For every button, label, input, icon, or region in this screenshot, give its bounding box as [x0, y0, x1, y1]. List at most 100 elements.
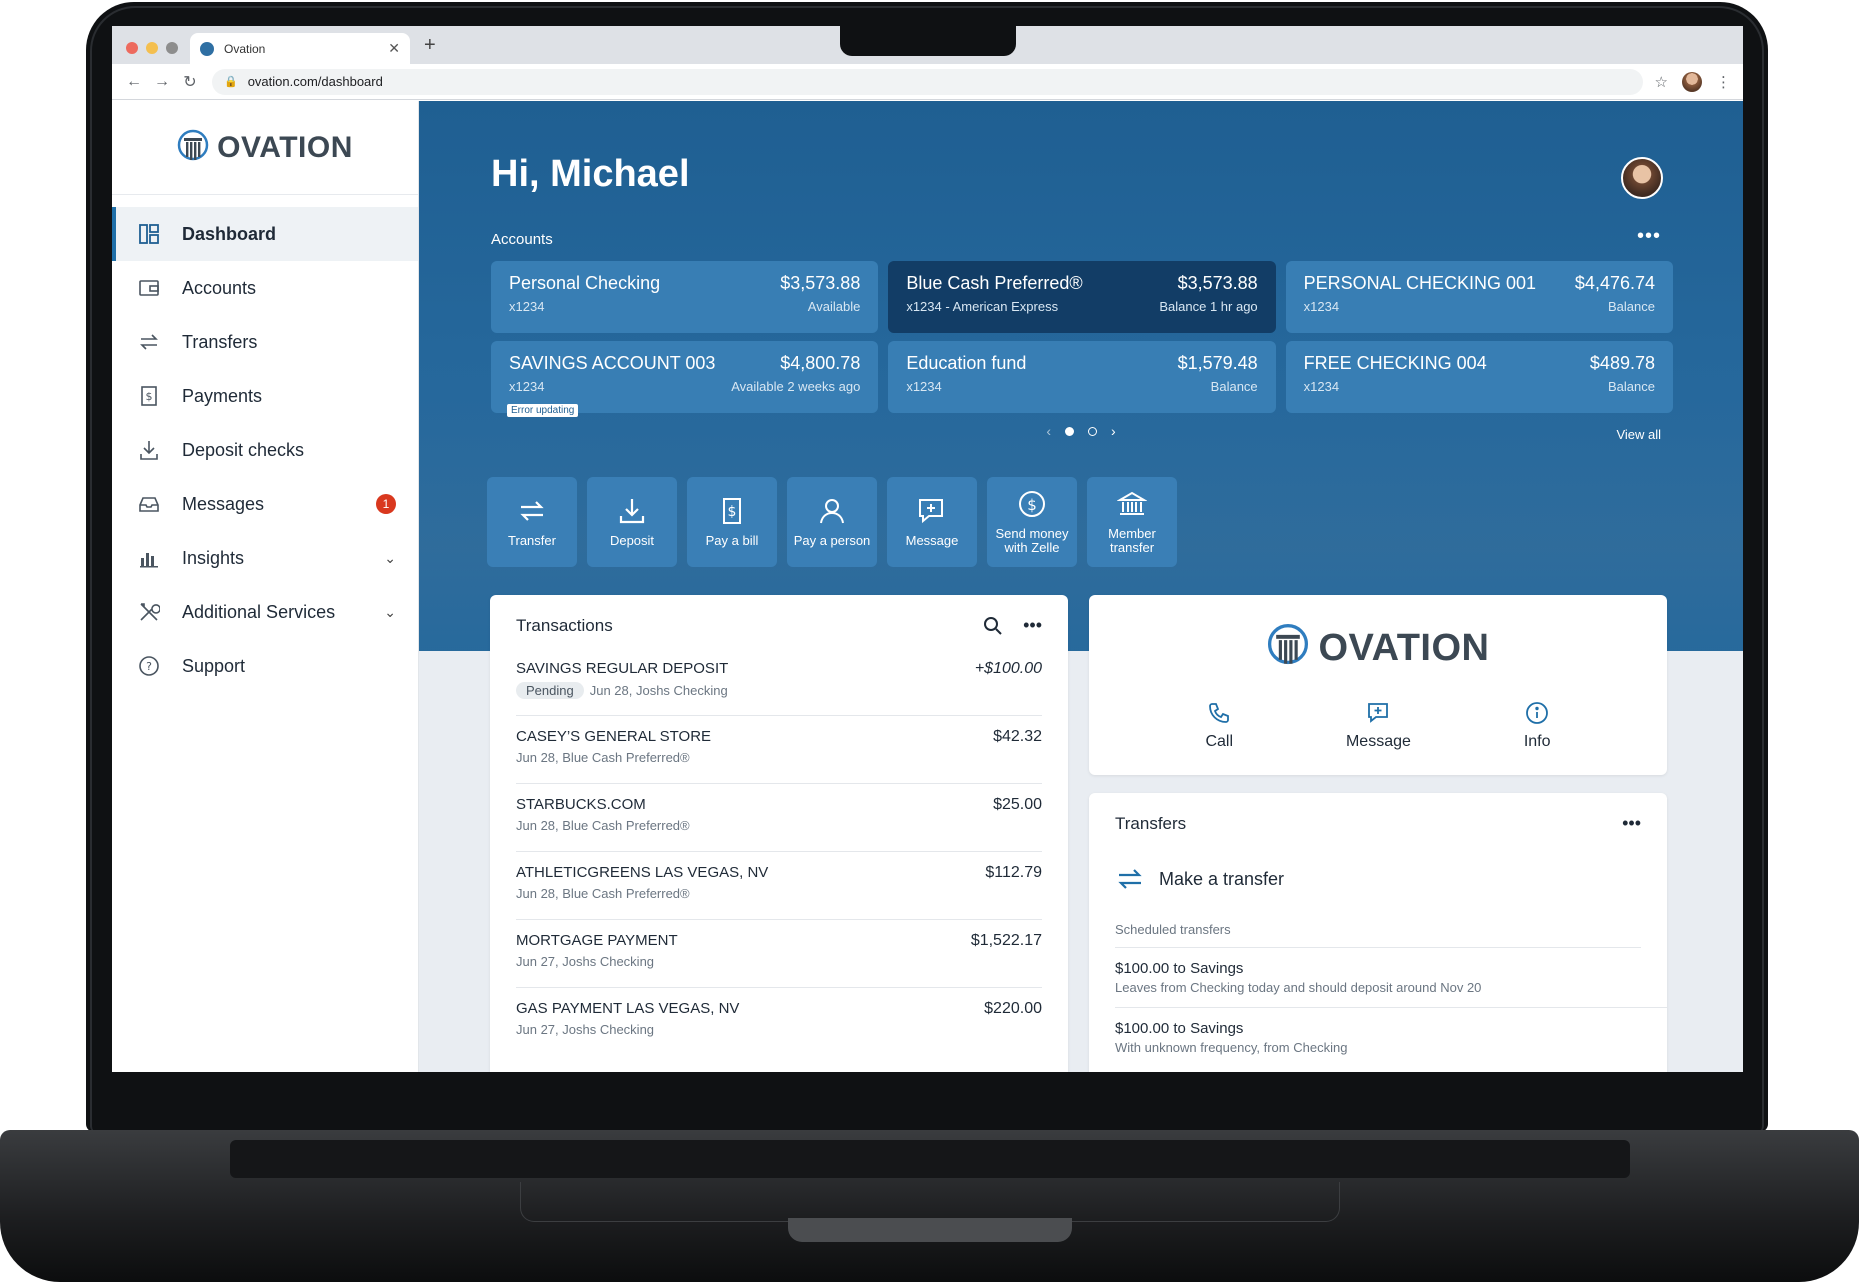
- info-button[interactable]: Info: [1524, 701, 1551, 751]
- user-avatar[interactable]: [1621, 157, 1663, 199]
- quick-action-deposit[interactable]: Deposit: [587, 477, 677, 567]
- chevron-right-icon[interactable]: ›: [1111, 423, 1116, 439]
- quick-action-pay-bill[interactable]: $ Pay a bill: [687, 477, 777, 567]
- account-card[interactable]: Personal Checking $3,573.88 x1234 Availabl…: [491, 261, 879, 333]
- browser-menu-icon[interactable]: ⋮: [1716, 73, 1731, 91]
- unread-badge: 1: [376, 494, 396, 514]
- message-icon: [919, 499, 943, 524]
- profile-avatar[interactable]: [1682, 71, 1702, 92]
- search-icon[interactable]: [983, 616, 1003, 636]
- transaction-row[interactable]: GAS PAYMENT LAS VEGAS, NV $220.00 Jun 27,…: [516, 988, 1042, 1056]
- ovation-column-icon: [1267, 624, 1308, 665]
- chevron-left-icon[interactable]: ‹: [1046, 423, 1051, 439]
- scheduled-transfer-title: $100.00 to Savings: [1115, 960, 1244, 977]
- quick-action-message[interactable]: Message: [887, 477, 977, 567]
- transaction-row[interactable]: STARBUCKS.COM $25.00 Jun 28, Blue Cash Pr…: [516, 784, 1042, 852]
- laptop-trackpad: [520, 1182, 1340, 1222]
- account-card[interactable]: Education fund $1,579.48 x1234 Balance: [888, 341, 1276, 413]
- sidebar-item-payments[interactable]: $ Payments: [112, 369, 418, 423]
- url-field[interactable]: 🔒 ovation.com/dashboard: [212, 68, 1643, 95]
- sidebar-item-label: Additional Services: [182, 601, 336, 622]
- camera-notch: [840, 26, 1016, 56]
- browser-tab-strip: Ovation ✕ +: [112, 26, 1743, 64]
- sidebar-item-insights[interactable]: Insights ⌄: [112, 531, 418, 585]
- scheduled-transfer-row[interactable]: $100.00 to Savings With unknown frequenc…: [1115, 1008, 1667, 1067]
- brand-name: OVATION: [217, 130, 353, 164]
- reload-icon[interactable]: ↻: [176, 72, 204, 92]
- transaction-name: GAS PAYMENT LAS VEGAS, NV: [516, 1000, 740, 1017]
- transaction-name: STARBUCKS.COM: [516, 796, 646, 813]
- more-options-icon[interactable]: •••: [1622, 813, 1641, 834]
- transaction-amount: $220.00: [984, 1000, 1042, 1017]
- svg-text:$: $: [146, 390, 153, 403]
- sidebar-item-messages[interactable]: Messages 1: [112, 477, 418, 531]
- sidebar-item-transfers[interactable]: Transfers: [112, 315, 418, 369]
- scheduled-transfer-detail: With unknown frequency, from Checking: [1115, 1040, 1348, 1055]
- more-options-icon[interactable]: •••: [1023, 615, 1042, 636]
- account-card[interactable]: FREE CHECKING 004 $489.78 x1234 Balance: [1285, 341, 1673, 413]
- forward-icon[interactable]: →: [148, 73, 176, 91]
- bookmark-star-icon[interactable]: ☆: [1655, 73, 1668, 91]
- minimize-window-button[interactable]: [146, 42, 158, 54]
- page-dot[interactable]: [1065, 426, 1074, 436]
- chevron-down-icon[interactable]: ⌄: [384, 604, 396, 621]
- transaction-detail: Jun 27, Joshs Checking: [516, 954, 655, 969]
- page-dot[interactable]: [1088, 426, 1097, 436]
- sidebar-item-label: Payments: [182, 385, 263, 406]
- info-label: Info: [1523, 733, 1551, 750]
- browser-tab[interactable]: Ovation ✕: [190, 33, 410, 64]
- account-number: x1234: [509, 299, 545, 314]
- quick-action-label: Pay a person: [793, 533, 871, 549]
- sidebar-item-deposit-checks[interactable]: Deposit checks: [112, 423, 418, 477]
- scheduled-transfer-row[interactable]: $100.00 to Savings Leaves from Checking …: [1115, 948, 1667, 1008]
- transaction-row[interactable]: CASEY’S GENERAL STORE $42.32 Jun 28, Blue…: [516, 716, 1042, 784]
- tab-title: Ovation: [224, 41, 266, 56]
- bar-chart-icon: [136, 545, 162, 571]
- account-card[interactable]: PERSONAL CHECKING 001 $4,476.74 x1234 Bala…: [1285, 261, 1673, 333]
- quick-action-transfer[interactable]: Transfer: [487, 477, 577, 567]
- account-balance: $4,800.78: [780, 353, 861, 373]
- account-card[interactable]: SAVINGS ACCOUNT 003 $4,800.78 x1234 Availa…: [491, 341, 879, 417]
- new-tab-button[interactable]: +: [424, 34, 436, 57]
- sidebar-item-support[interactable]: ? Support: [112, 639, 418, 693]
- view-all-link[interactable]: View all: [1616, 427, 1661, 442]
- info-icon: [1526, 702, 1549, 724]
- sidebar-item-label: Accounts: [182, 277, 257, 298]
- wallet-icon: [136, 275, 162, 301]
- sidebar-item-dashboard[interactable]: Dashboard: [112, 207, 418, 261]
- quick-action-label: Transfer: [508, 533, 556, 549]
- transaction-row[interactable]: SAVINGS REGULAR DEPOSIT +$100.00 Pending J…: [516, 648, 1042, 716]
- transaction-name: SAVINGS REGULAR DEPOSIT: [516, 660, 729, 677]
- transactions-title: Transactions: [516, 615, 613, 635]
- quick-action-member-transfer[interactable]: Member transfer: [1087, 477, 1177, 567]
- transfer-icon: [520, 501, 544, 521]
- transaction-row[interactable]: ATHLETICGREENS LAS VEGAS, NV $112.79 Jun …: [516, 852, 1042, 920]
- account-card[interactable]: Blue Cash Preferred® $3,573.88 x1234 - Am…: [888, 261, 1276, 333]
- message-button[interactable]: Message: [1346, 701, 1411, 751]
- chevron-down-icon[interactable]: ⌄: [384, 550, 396, 567]
- quick-action-zelle[interactable]: $ Send money with Zelle: [987, 477, 1077, 567]
- transaction-detail: Jun 28, Joshs Checking: [589, 683, 728, 698]
- transaction-amount: $112.79: [985, 864, 1042, 881]
- account-balance-note: Balance: [1608, 379, 1655, 394]
- close-tab-icon[interactable]: ✕: [388, 40, 400, 57]
- sidebar-item-additional-services[interactable]: Additional Services ⌄: [112, 585, 418, 639]
- quick-action-pay-person[interactable]: Pay a person: [787, 477, 877, 567]
- account-balance: $1,579.48: [1177, 353, 1258, 373]
- close-window-button[interactable]: [126, 42, 138, 54]
- call-button[interactable]: Call: [1205, 701, 1233, 751]
- transaction-amount: $25.00: [993, 796, 1042, 813]
- transfer-icon: [1118, 869, 1142, 889]
- svg-text:$: $: [1027, 496, 1037, 514]
- make-transfer-button[interactable]: Make a transfer: [1115, 864, 1641, 894]
- sidebar-item-label: Transfers: [182, 331, 258, 352]
- back-icon[interactable]: ←: [120, 73, 148, 91]
- maximize-window-button[interactable]: [166, 42, 178, 54]
- brand-logo[interactable]: OVATION: [112, 101, 418, 195]
- transaction-row[interactable]: MORTGAGE PAYMENT $1,522.17 Jun 27, Joshs …: [516, 920, 1042, 988]
- accounts-more-icon[interactable]: •••: [1637, 225, 1661, 248]
- make-transfer-label: Make a transfer: [1159, 868, 1285, 889]
- account-balance: $4,476.74: [1574, 273, 1655, 293]
- quick-action-label: Send money with Zelle: [995, 526, 1069, 555]
- sidebar-item-accounts[interactable]: Accounts: [112, 261, 418, 315]
